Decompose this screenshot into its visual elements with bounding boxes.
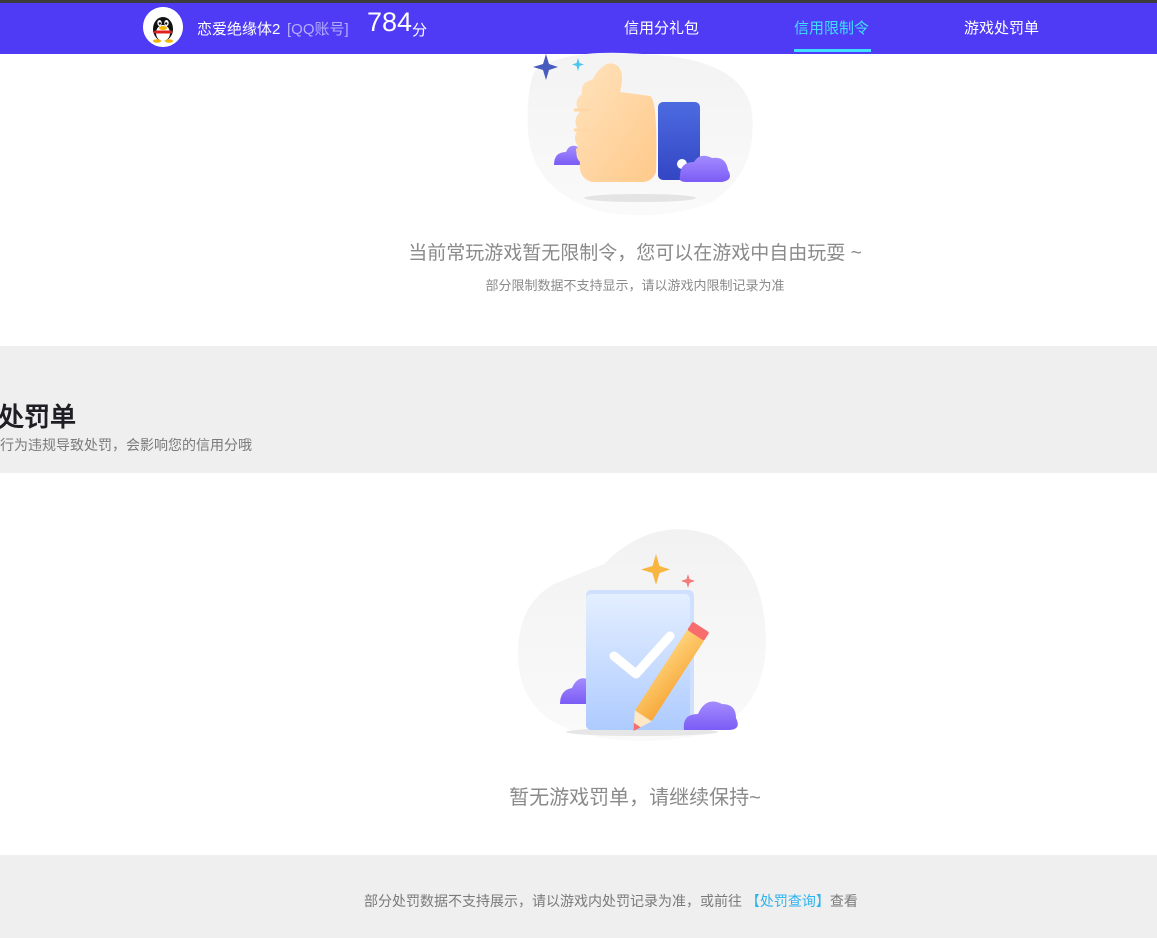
thumbs-up-illustration bbox=[527, 52, 753, 216]
credit-score-value: 784 bbox=[367, 7, 413, 37]
penalty-empty-title: 暂无游戏罚单，请继续保持~ bbox=[509, 787, 761, 809]
credit-score-unit: 分 bbox=[412, 22, 428, 39]
footer-note-text: 部分处罚数据不支持展示，请以游戏内处罚记录为准，或前往 bbox=[364, 893, 746, 909]
tab-game-penalty[interactable]: 游戏处罚单 bbox=[964, 17, 1039, 38]
tab-credit-restriction[interactable]: 信用限制令 bbox=[794, 17, 869, 38]
tab-credit-gift[interactable]: 信用分礼包 bbox=[624, 17, 699, 38]
no-penalty-illustration bbox=[518, 529, 766, 742]
qq-penguin-icon bbox=[143, 7, 183, 47]
avatar[interactable] bbox=[143, 7, 183, 47]
penalty-section-title: 戏处罚单 bbox=[0, 402, 77, 432]
user-nickname: 恋爱绝缘体2 bbox=[197, 21, 281, 38]
restriction-empty-note: 部分限制数据不支持显示，请以游戏内限制记录为准 bbox=[485, 278, 785, 293]
footer-note: 部分处罚数据不支持展示，请以游戏内处罚记录为准，或前往 【处罚查询】查看 bbox=[364, 891, 858, 911]
account-type-label: [QQ账号] bbox=[287, 21, 349, 38]
penalty-query-link[interactable]: 【处罚查询】 bbox=[746, 893, 830, 909]
active-tab-indicator bbox=[794, 49, 871, 52]
penalty-section-desc: 戏行为违规导致处罚，会影响您的信用分哦 bbox=[0, 437, 252, 453]
restriction-empty-title: 当前常玩游戏暂无限制令，您可以在游戏中自由玩耍 ~ bbox=[408, 243, 862, 264]
footer-note-suffix: 查看 bbox=[829, 893, 858, 909]
